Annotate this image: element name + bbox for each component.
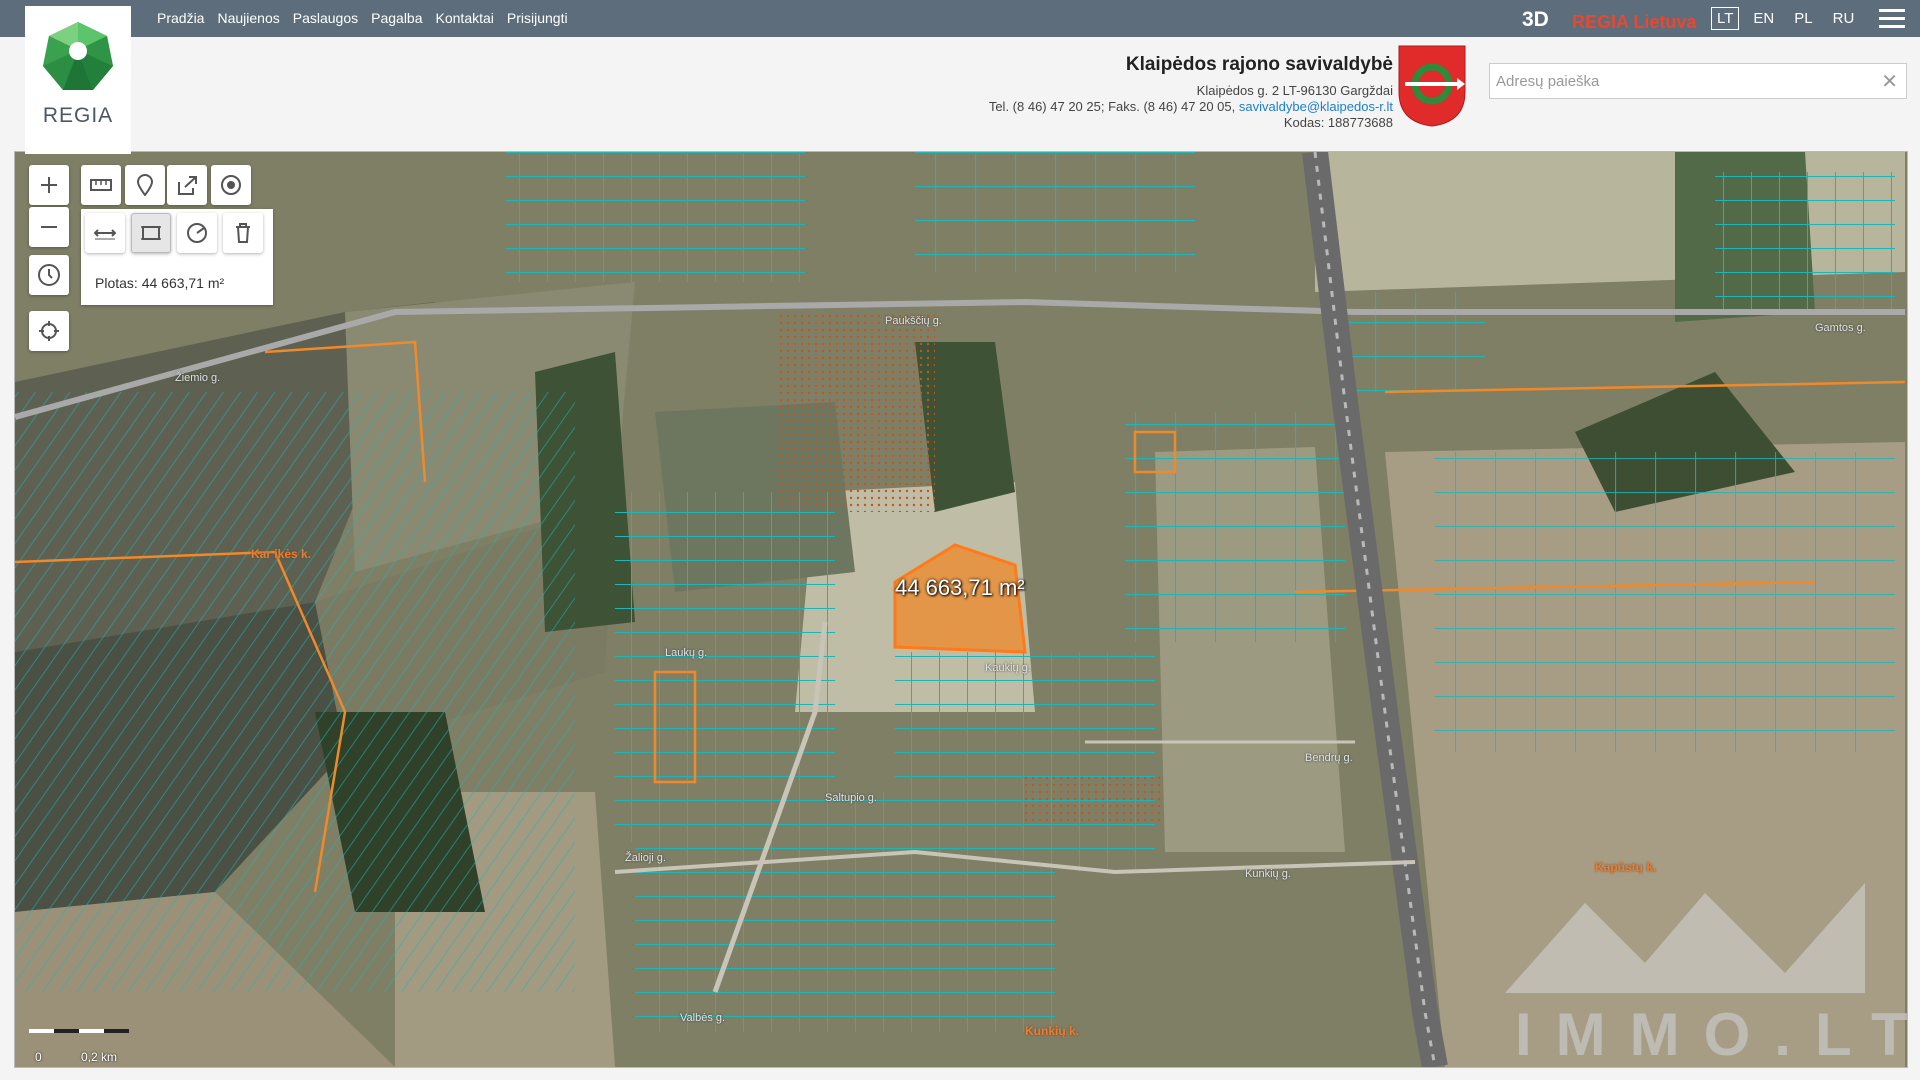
measure-circle-icon — [187, 223, 207, 243]
target-icon — [221, 175, 241, 195]
language-switcher: LT EN PL RU — [1711, 7, 1860, 30]
measure-area-button[interactable] — [131, 213, 171, 253]
zoom-out-button[interactable] — [29, 207, 69, 247]
locate-icon — [39, 321, 59, 341]
share-icon — [178, 176, 197, 195]
road-label: Gamtos g. — [1815, 322, 1866, 334]
municipality-code: Kodas: 188773688 — [1283, 115, 1393, 130]
coat-of-arms-icon — [1398, 45, 1466, 127]
road-label: Žalioji g. — [625, 852, 666, 864]
road-label: Kunkių g. — [1245, 868, 1291, 880]
zoom-out-icon — [41, 226, 57, 228]
ruler-button[interactable] — [81, 165, 121, 205]
zoom-in-icon — [41, 177, 57, 193]
scale-distance: 0,2 km — [81, 1050, 118, 1064]
lang-lt[interactable]: LT — [1711, 7, 1740, 30]
nav-item-login[interactable]: Prisijungti — [507, 10, 568, 26]
lang-en[interactable]: EN — [1747, 7, 1780, 30]
lang-pl[interactable]: PL — [1788, 7, 1818, 30]
watermark-text: IMMO.LT — [1515, 1001, 1908, 1068]
immo-watermark-logo — [1505, 883, 1865, 993]
delete-measure-button[interactable] — [223, 213, 263, 253]
header: Klaipėdos rajono savivaldybė Klaipėdos g… — [0, 37, 1920, 151]
road-label: Valbės g. — [680, 1012, 726, 1024]
scale-bar — [29, 1029, 129, 1033]
road-label: Paukščių g. — [885, 315, 942, 327]
regia-lietuva-link[interactable]: REGIA Lietuva — [1572, 12, 1696, 33]
scale-zero: 0 — [35, 1050, 42, 1064]
village-label: Kunkių k. — [1025, 1024, 1080, 1038]
pin-icon — [136, 174, 154, 196]
address-search: ✕ — [1489, 63, 1907, 99]
regia-logo[interactable]: REGIA — [25, 6, 131, 154]
phone-fax: Tel. (8 46) 47 20 25; Faks. (8 46) 47 20… — [988, 99, 1236, 114]
municipality-name: Klaipėdos rajono savivaldybė — [1125, 54, 1393, 75]
nav-item-help[interactable]: Pagalba — [371, 10, 422, 26]
lang-ru[interactable]: RU — [1827, 7, 1861, 30]
map-view[interactable]: Plotas: 44 663,71 m² 44 663,71 m² Kar ik… — [14, 151, 1908, 1068]
municipality-address: Klaipėdos g. 2 LT-96130 Gargždai — [1196, 83, 1393, 98]
nav-item-contacts[interactable]: Kontaktai — [436, 10, 494, 26]
pin-button[interactable] — [125, 165, 165, 205]
clear-search-icon[interactable]: ✕ — [1881, 69, 1898, 94]
road-label: Saltupio g. — [825, 792, 877, 804]
municipality-info: Klaipėdos rajono savivaldybė Klaipėdos g… — [989, 54, 1393, 131]
nav-item-home[interactable]: Pradžia — [157, 10, 204, 26]
trash-icon — [236, 223, 250, 243]
share-button[interactable] — [167, 165, 207, 205]
road-label: Bendrų g. — [1305, 752, 1353, 764]
main-menu: Pradžia Naujienos Paslaugos Pagalba Kont… — [157, 10, 568, 26]
3d-toggle-button[interactable]: 3D — [1522, 8, 1549, 32]
regia-logo-icon — [43, 22, 113, 90]
email-link[interactable]: savivaldybe@klaipedos-r.lt — [1239, 99, 1393, 114]
zoom-in-button[interactable] — [29, 165, 69, 205]
locate-button[interactable] — [29, 311, 69, 351]
hamburger-menu-icon[interactable] — [1879, 9, 1905, 29]
ruler-icon — [90, 179, 112, 191]
target-button[interactable] — [211, 165, 251, 205]
measure-circle-button[interactable] — [177, 213, 217, 253]
logo-text: REGIA — [42, 104, 114, 127]
address-search-input[interactable] — [1490, 64, 1882, 98]
measure-line-icon — [94, 229, 116, 240]
measure-line-button[interactable] — [85, 213, 125, 253]
history-icon — [38, 264, 60, 286]
village-label: Kar ikės k. — [251, 547, 312, 561]
history-button[interactable] — [29, 255, 69, 295]
municipality-contacts: Tel. (8 46) 47 20 25; Faks. (8 46) 47 20… — [989, 99, 1393, 115]
nav-item-news[interactable]: Naujienos — [217, 10, 279, 26]
measure-area-icon — [141, 226, 161, 240]
nav-item-services[interactable]: Paslaugos — [293, 10, 358, 26]
area-readout: Plotas: 44 663,71 m² — [95, 275, 225, 291]
road-label: Žiemio g. — [175, 372, 221, 384]
top-navigation-bar: Pradžia Naujienos Paslaugos Pagalba Kont… — [0, 0, 1920, 37]
measured-area-label: 44 663,71 m² — [895, 575, 1025, 600]
road-label: Laukų g. — [665, 647, 708, 659]
road-label: Kaukių g. — [985, 662, 1031, 674]
